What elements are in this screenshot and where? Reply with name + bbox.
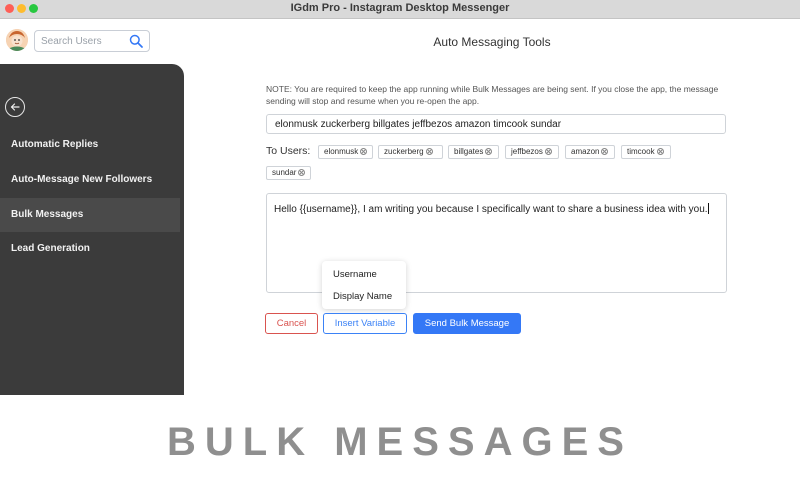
to-users-label: To Users: xyxy=(266,145,311,157)
message-text: Hello {{username}}, I am writing you bec… xyxy=(274,204,708,215)
running-note: NOTE: You are required to keep the app r… xyxy=(266,84,719,106)
sidebar-item-automatic-replies[interactable]: Automatic Replies xyxy=(0,128,180,162)
user-chip[interactable]: timcook xyxy=(621,145,671,159)
user-chip-label: billgates xyxy=(454,147,484,156)
remove-chip-icon[interactable] xyxy=(544,148,552,155)
cancel-button[interactable]: Cancel xyxy=(265,313,318,334)
text-cursor xyxy=(707,203,709,214)
sidebar-item-auto-message-new-followers[interactable]: Auto-Message New Followers xyxy=(0,163,180,197)
window-title: IGdm Pro - Instagram Desktop Messenger xyxy=(290,2,510,14)
sidebar: Automatic Replies Auto-Message New Follo… xyxy=(0,64,184,395)
user-chip[interactable]: sundar xyxy=(266,166,311,180)
remove-chip-icon[interactable] xyxy=(298,169,306,176)
arrow-left-icon xyxy=(10,103,20,111)
insert-variable-menu: Username Display Name xyxy=(322,261,406,309)
search-input[interactable] xyxy=(41,34,121,48)
remove-chip-icon[interactable] xyxy=(656,148,664,155)
user-chip-label: amazon xyxy=(571,147,600,156)
user-chip-label: zuckerberg xyxy=(384,147,424,156)
sidebar-item-bulk-messages[interactable]: Bulk Messages xyxy=(0,198,180,232)
user-chip-label: timcook xyxy=(627,147,655,156)
user-chip[interactable]: amazon xyxy=(565,145,615,159)
user-chip-label: jeffbezos xyxy=(511,147,543,156)
insert-variable-button[interactable]: Insert Variable xyxy=(323,313,407,334)
title-bar: IGdm Pro - Instagram Desktop Messenger xyxy=(0,0,800,19)
send-bulk-message-button[interactable]: Send Bulk Message xyxy=(413,313,521,334)
user-chip[interactable]: zuckerberg xyxy=(378,145,443,159)
remove-chip-icon[interactable] xyxy=(360,148,368,155)
remove-chip-icon[interactable] xyxy=(601,148,609,155)
remove-chip-icon[interactable] xyxy=(485,148,493,155)
user-chip-label: elonmusk xyxy=(324,147,359,156)
user-chip[interactable]: elonmusk xyxy=(318,145,373,159)
users-input[interactable]: elonmusk zuckerberg billgates jeffbezos … xyxy=(266,114,726,134)
user-chip[interactable]: jeffbezos xyxy=(505,145,559,159)
sidebar-item-lead-generation[interactable]: Lead Generation xyxy=(0,232,180,266)
back-button[interactable] xyxy=(5,97,25,117)
user-avatar[interactable] xyxy=(6,29,28,51)
menu-item-display-name[interactable]: Display Name xyxy=(333,291,392,302)
search-field[interactable] xyxy=(34,30,150,52)
menu-item-username[interactable]: Username xyxy=(333,269,377,280)
remove-chip-icon[interactable] xyxy=(425,148,433,155)
page-title: Auto Messaging Tools xyxy=(433,35,551,49)
user-chip-label: sundar xyxy=(272,168,297,177)
user-chip[interactable]: billgates xyxy=(448,145,499,159)
search-icon[interactable] xyxy=(129,34,143,48)
feature-caption: BULK MESSAGES xyxy=(167,420,633,464)
